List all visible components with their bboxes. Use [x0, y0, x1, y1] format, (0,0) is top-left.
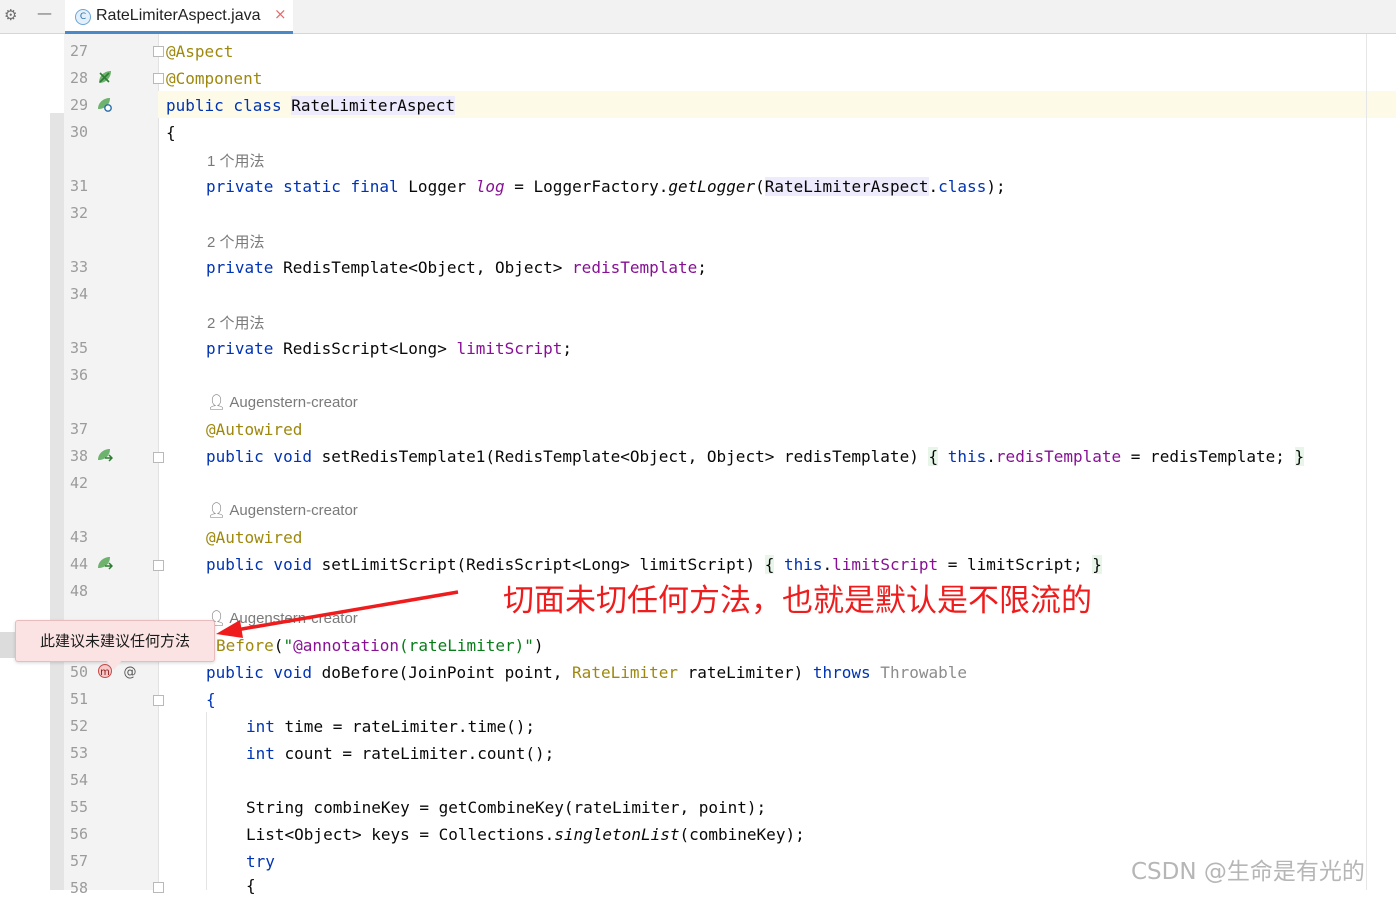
watermark: CSDN @生命是有光的: [1131, 859, 1365, 885]
annotation-arrow: [216, 590, 459, 638]
tooltip-side-strip: [0, 632, 16, 658]
tooltip-tail: [106, 660, 122, 670]
advice-tooltip: 此建议未建议任何方法: [15, 620, 215, 662]
annotation-comment: 切面未切任何方法，也就是默认是不限流的: [503, 583, 1092, 619]
